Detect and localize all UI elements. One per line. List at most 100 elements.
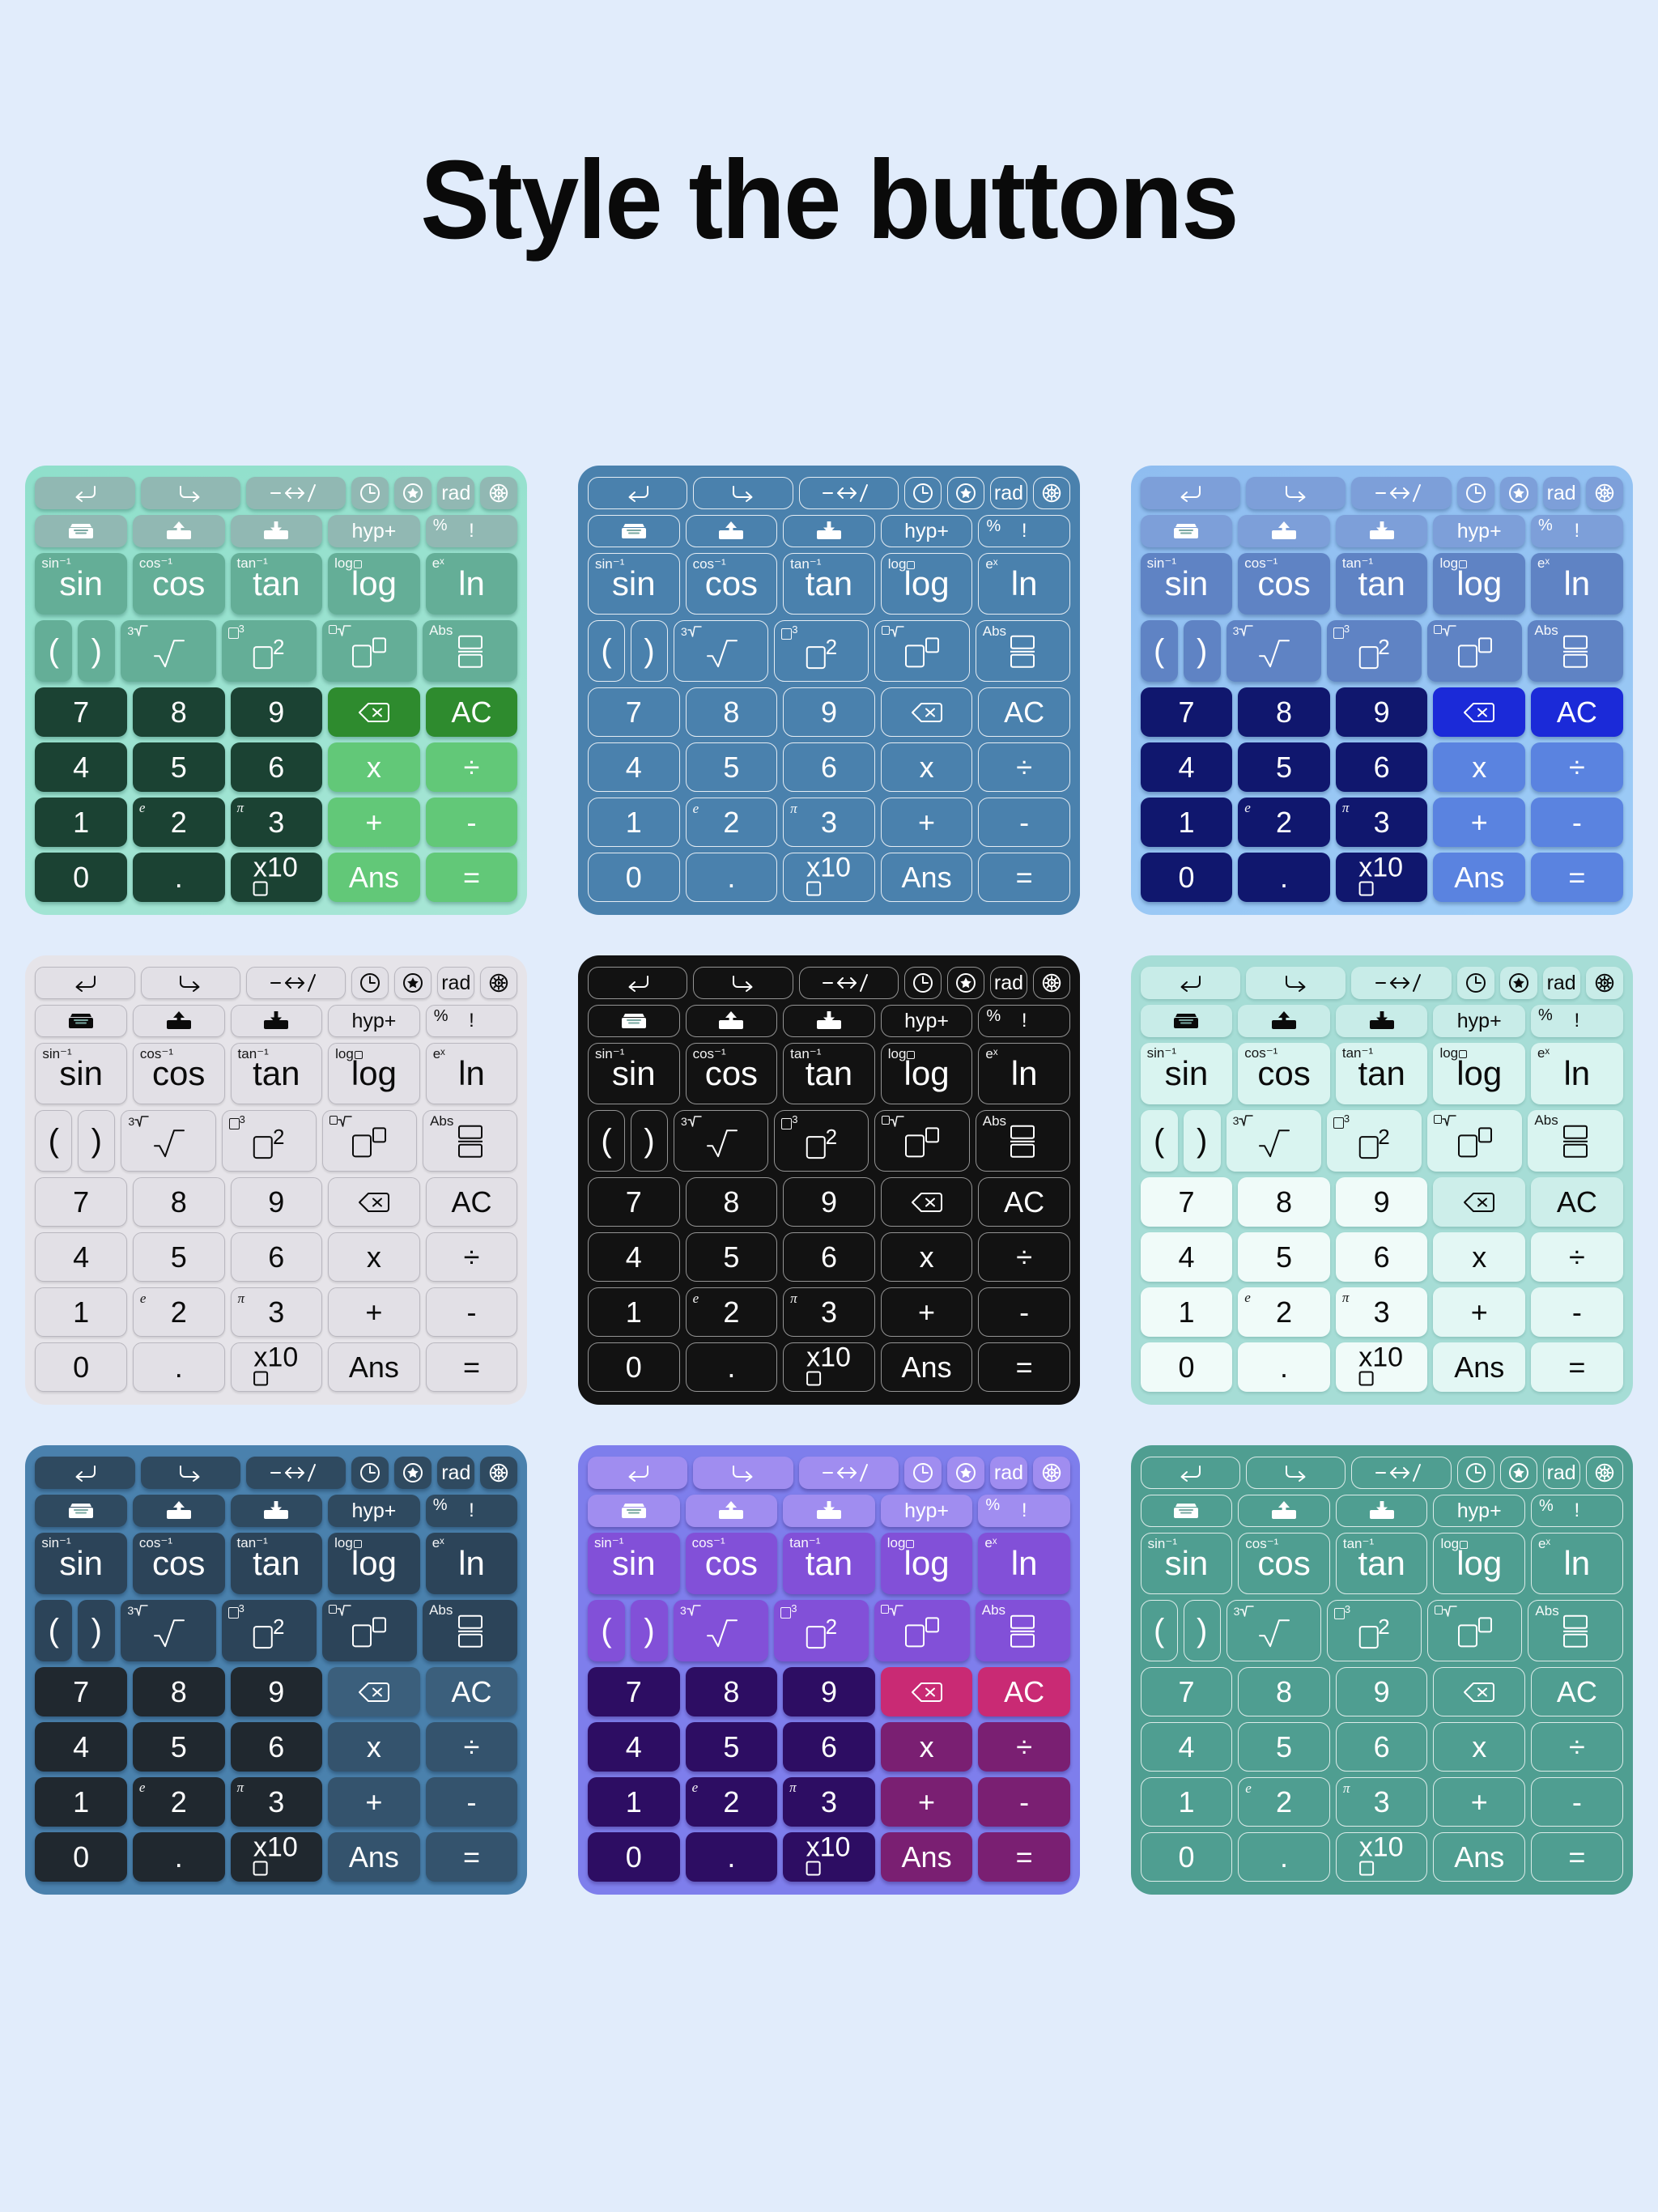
key-tan[interactable]: tan⁻¹ tan (783, 553, 875, 615)
key-equals[interactable]: = (425, 1832, 518, 1882)
key-digit-7[interactable]: 7 (35, 1667, 127, 1716)
key-favorites[interactable] (946, 1457, 984, 1489)
key-digit-2[interactable]: e2 (132, 798, 225, 847)
key-square[interactable]: 32 (774, 1600, 869, 1661)
key-log[interactable]: log log (880, 553, 973, 615)
key-sin[interactable]: sin⁻¹ sin (35, 1043, 127, 1104)
key-digit-0[interactable]: 0 (35, 1342, 127, 1392)
key-fraction[interactable]: Abs (975, 1600, 1070, 1661)
key-digit-3[interactable]: π3 (783, 1287, 875, 1337)
key-decimal-point[interactable]: . (132, 853, 225, 902)
key-digit-1[interactable]: 1 (587, 798, 680, 847)
key-answer[interactable]: Ans (328, 1342, 420, 1392)
key-export[interactable] (685, 1495, 778, 1527)
key-square[interactable]: 32 (1326, 1110, 1422, 1172)
key-digit-7[interactable]: 7 (1140, 687, 1233, 737)
key-history[interactable] (351, 967, 389, 999)
key-sqrt[interactable]: 3 (1226, 1600, 1321, 1661)
key-archive[interactable] (35, 1005, 127, 1037)
key-digit-4[interactable]: 4 (587, 1722, 680, 1772)
key-square[interactable]: 32 (1326, 1600, 1422, 1661)
key-equals[interactable]: = (1531, 853, 1623, 902)
key-sqrt[interactable]: 3 (121, 1600, 216, 1661)
key-minus[interactable]: - (1531, 1287, 1623, 1337)
key-open-paren[interactable]: ( (1140, 1110, 1178, 1172)
key-backspace[interactable] (328, 1667, 420, 1716)
key-digit-5[interactable]: 5 (132, 1722, 225, 1772)
key-cos[interactable]: cos⁻¹ cos (1238, 1533, 1330, 1594)
key-minus[interactable]: - (425, 1777, 518, 1827)
key-history[interactable] (1456, 1457, 1494, 1489)
key-fraction[interactable]: Abs (1528, 620, 1623, 682)
key-percent-factorial[interactable]: %! (1531, 515, 1623, 547)
key-ln[interactable]: eˣ ln (425, 553, 518, 615)
key-fraction-toggle[interactable] (245, 477, 346, 509)
key-power[interactable] (321, 1110, 418, 1172)
key-digit-9[interactable]: 9 (1335, 1177, 1428, 1227)
key-fraction-toggle[interactable] (798, 477, 899, 509)
key-export[interactable] (132, 1005, 225, 1037)
key-log[interactable]: log log (328, 1043, 420, 1104)
key-power[interactable] (321, 620, 418, 682)
key-digit-3[interactable]: π3 (783, 1777, 875, 1827)
key-cos[interactable]: cos⁻¹ cos (1238, 553, 1330, 615)
key-history[interactable] (1456, 477, 1494, 509)
key-multiply[interactable]: x (1433, 1232, 1526, 1282)
key-digit-9[interactable]: 9 (1335, 687, 1428, 737)
key-ln[interactable]: eˣ ln (978, 553, 1070, 615)
key-log[interactable]: log log (1433, 553, 1526, 615)
key-digit-2[interactable]: e2 (132, 1287, 225, 1337)
key-favorites[interactable] (394, 1457, 432, 1489)
key-multiply[interactable]: x (1433, 1722, 1526, 1772)
key-close-paren[interactable]: ) (630, 620, 668, 682)
key-all-clear[interactable]: AC (1531, 1177, 1623, 1227)
key-minus[interactable]: - (425, 798, 518, 847)
key-sin[interactable]: sin⁻¹ sin (1140, 1043, 1233, 1104)
key-digit-0[interactable]: 0 (587, 853, 680, 902)
key-power[interactable] (1427, 1110, 1523, 1172)
key-open-paren[interactable]: ( (1140, 1600, 1178, 1661)
key-digit-5[interactable]: 5 (1238, 742, 1330, 792)
key-minus[interactable]: - (1531, 798, 1623, 847)
key-sin[interactable]: sin⁻¹ sin (587, 1043, 680, 1104)
key-all-clear[interactable]: AC (978, 687, 1070, 737)
key-percent-factorial[interactable]: %! (1531, 1495, 1623, 1527)
key-sqrt[interactable]: 3 (673, 1600, 769, 1661)
key-hyp[interactable]: hyp+ (328, 515, 420, 547)
key-log[interactable]: log log (880, 1533, 973, 1594)
key-tan[interactable]: tan⁻¹ tan (230, 1043, 323, 1104)
key-open-paren[interactable]: ( (587, 1110, 625, 1172)
key-digit-6[interactable]: 6 (230, 742, 323, 792)
key-sqrt[interactable]: 3 (673, 1110, 769, 1172)
key-digit-7[interactable]: 7 (587, 1667, 680, 1716)
key-digit-9[interactable]: 9 (783, 687, 875, 737)
key-exponent[interactable]: x10 (230, 853, 323, 902)
key-import[interactable] (1335, 515, 1428, 547)
key-close-paren[interactable]: ) (78, 1110, 116, 1172)
key-percent-factorial[interactable]: %! (425, 515, 518, 547)
key-power[interactable] (874, 1110, 970, 1172)
key-fraction-toggle[interactable] (245, 1457, 346, 1489)
key-sin[interactable]: sin⁻¹ sin (587, 1533, 680, 1594)
key-redo[interactable] (140, 967, 240, 999)
key-percent-factorial[interactable]: %! (978, 1495, 1070, 1527)
key-digit-8[interactable]: 8 (132, 1667, 225, 1716)
key-digit-8[interactable]: 8 (1238, 1667, 1330, 1716)
key-exponent[interactable]: x10 (1335, 1342, 1428, 1392)
key-divide[interactable]: ÷ (1531, 742, 1623, 792)
key-tan[interactable]: tan⁻¹ tan (1335, 553, 1428, 615)
key-settings[interactable] (480, 1457, 518, 1489)
key-angle-mode[interactable]: rad (989, 1457, 1027, 1489)
key-tan[interactable]: tan⁻¹ tan (783, 1533, 875, 1594)
key-digit-5[interactable]: 5 (685, 742, 778, 792)
key-answer[interactable]: Ans (328, 853, 420, 902)
key-square[interactable]: 32 (774, 620, 869, 682)
key-divide[interactable]: ÷ (978, 1722, 1070, 1772)
key-export[interactable] (685, 1005, 778, 1037)
key-equals[interactable]: = (1531, 1342, 1623, 1392)
key-decimal-point[interactable]: . (132, 1342, 225, 1392)
key-hyp[interactable]: hyp+ (1433, 1495, 1526, 1527)
key-favorites[interactable] (946, 477, 984, 509)
key-digit-0[interactable]: 0 (587, 1342, 680, 1392)
key-digit-0[interactable]: 0 (1140, 1832, 1233, 1882)
